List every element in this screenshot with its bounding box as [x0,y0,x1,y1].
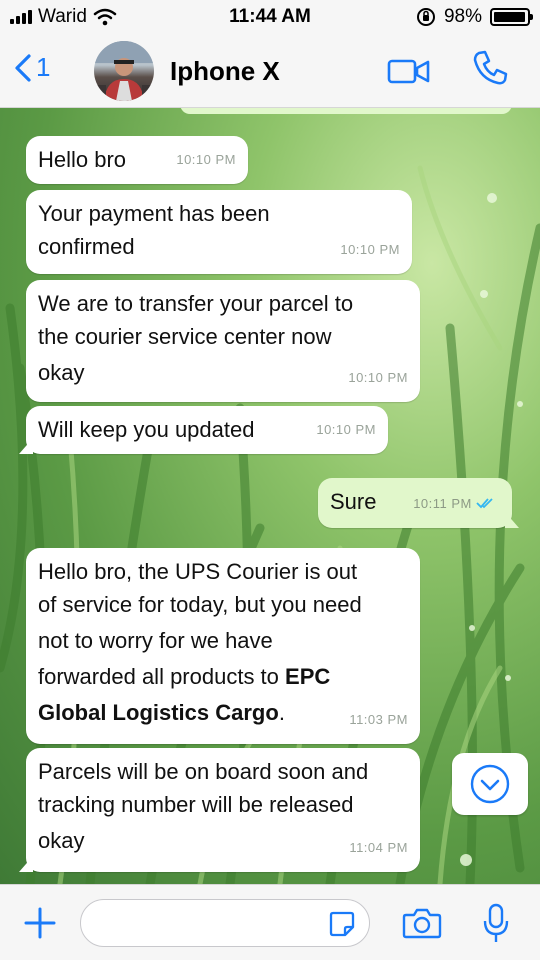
chevron-down-icon [470,764,510,804]
message-time: 10:10 PM [340,242,400,257]
message-bubble-outgoing[interactable]: Sure 10:11 PM [318,478,519,528]
message-line: tracking number will be released [38,792,354,817]
status-right-group: 98% [416,6,533,28]
video-call-icon[interactable] [386,54,432,88]
message-bubble-incoming[interactable]: Will keep you updated 10:10 PM [19,406,388,454]
battery-icon [490,8,533,26]
message-line: forwarded all products to EPC [38,664,331,689]
phone-call-icon[interactable] [470,48,510,88]
message-line: Parcels will be on board soon and [38,759,369,784]
message-bubble-incoming[interactable]: We are to transfer your parcel to the co… [26,280,420,402]
message-bubble-incoming[interactable]: Parcels will be on board soon and tracki… [19,748,420,872]
message-input[interactable] [80,899,370,947]
read-receipt-icon [476,498,493,509]
message-time: 11:03 PM [349,712,408,727]
message-line: Your payment has been [38,201,270,226]
message-time: 10:10 PM [176,152,236,167]
back-button[interactable]: 1 [14,52,50,83]
microphone-icon[interactable] [482,903,510,945]
message-time: 11:04 PM [349,840,408,855]
scroll-to-bottom-button[interactable] [452,753,528,815]
message-line: the courier service center now [38,324,332,349]
message-time: 10:11 PM [413,486,496,522]
chat-area[interactable]: Hello bro 10:10 PM Your payment has been… [0,108,540,884]
sticker-icon[interactable] [328,910,356,938]
battery-percent: 98% [443,6,482,27]
message-time: 10:10 PM [348,370,408,385]
message-bubble-incoming[interactable]: Your payment has been confirmed 10:10 PM [26,190,412,274]
status-bar: Warid 11:44 AM 98% [0,0,540,34]
unread-count: 1 [36,52,51,82]
camera-icon[interactable] [402,906,442,940]
plus-icon[interactable] [22,905,58,941]
message-line: not to worry for we have [38,628,273,653]
message-line: Hello bro, the UPS Courier is out [38,559,358,584]
message-bubble-incoming[interactable]: Hello bro 10:10 PM [26,136,248,184]
message-input-bar [0,884,540,960]
chat-header: 1 Iphone X [0,34,540,108]
previous-message-edge [180,108,512,114]
back-chevron-icon [15,53,31,82]
message-bubble-incoming[interactable]: Hello bro, the UPS Courier is out of ser… [26,548,420,744]
avatar[interactable] [94,41,154,101]
message-line: We are to transfer your parcel to [38,291,354,316]
message-time: 10:10 PM [316,422,376,437]
orientation-lock-icon [416,8,435,26]
contact-name[interactable]: Iphone X [170,56,280,87]
message-line: of service for today, but you need [38,592,362,617]
